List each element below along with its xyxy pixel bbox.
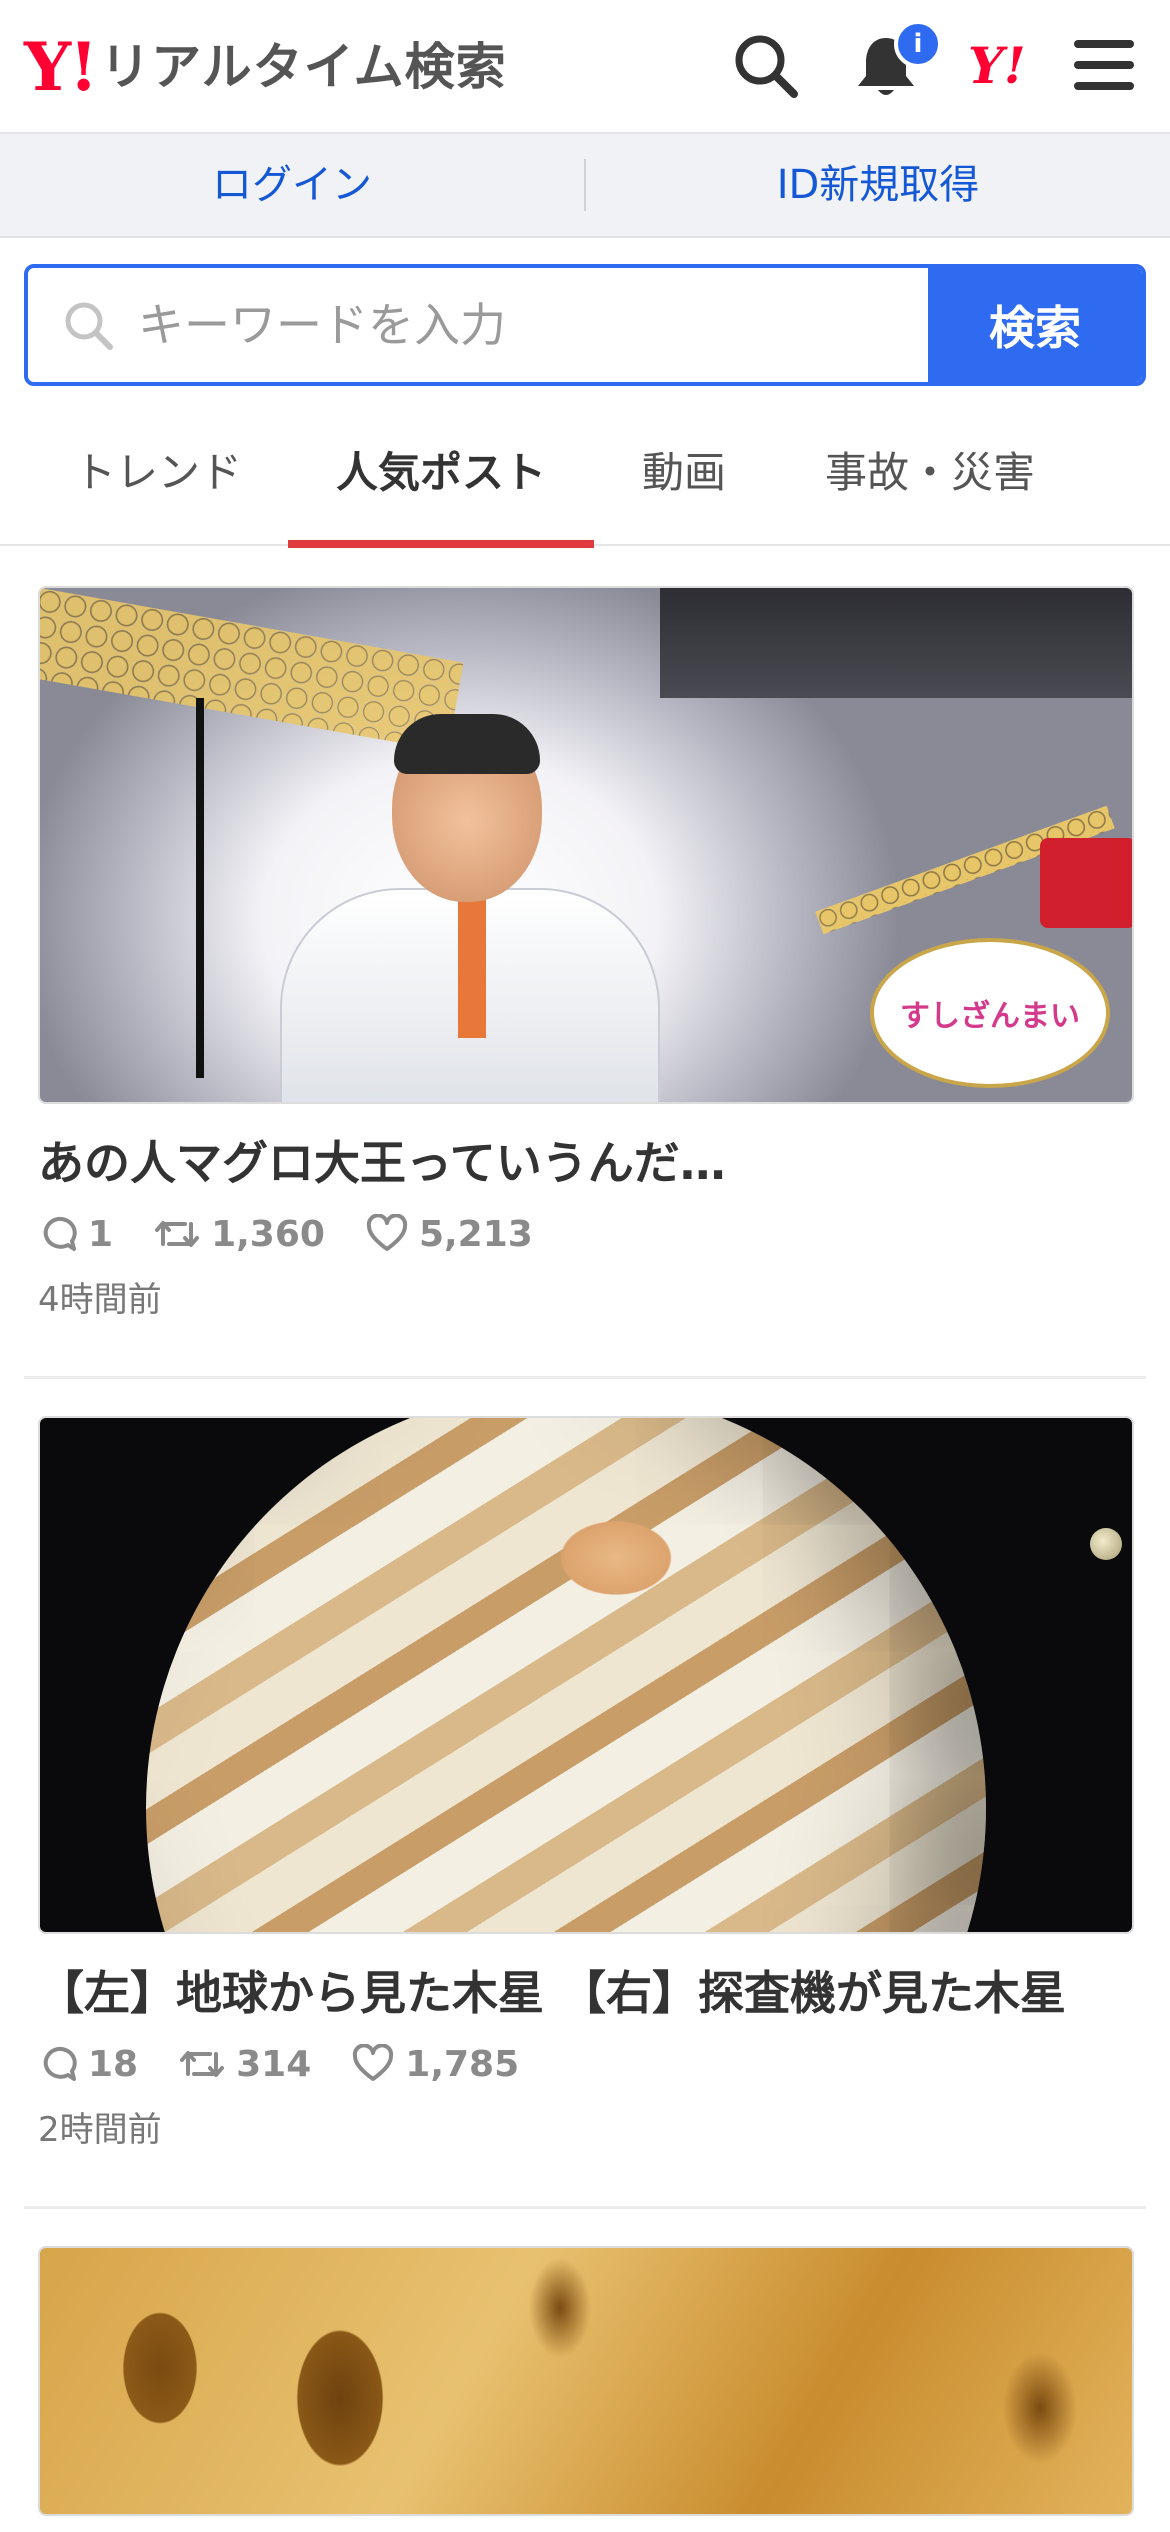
sushi-zanmai-logo: すしざんまい: [870, 938, 1110, 1088]
app-header: Y! リアルタイム検索 i Y!: [0, 0, 1170, 134]
search-box: 検索: [24, 264, 1146, 386]
post-image[interactable]: [38, 2246, 1134, 2516]
yahoo-logo-mark: Y!: [24, 28, 98, 106]
search-field-icon: [65, 302, 113, 350]
search-button[interactable]: 検索: [928, 268, 1142, 382]
post-stats: 18 314 1,785: [38, 2036, 1146, 2092]
signup-link[interactable]: ID新規取得: [586, 133, 1170, 237]
post-timestamp: 4時間前: [38, 1280, 162, 1320]
post-title[interactable]: あの人マグロ大王っていうんだ…: [38, 1130, 1146, 1196]
jupiter-image: [146, 1418, 986, 1932]
like-count[interactable]: 5,213: [365, 1214, 533, 1255]
post-divider: [24, 1376, 1146, 1379]
post-stats: 1 1,360 5,213: [38, 1206, 1146, 1262]
login-link[interactable]: ログイン: [0, 133, 584, 237]
login-bar: ログイン ID新規取得: [0, 134, 1170, 238]
search-field-wrap: [28, 268, 928, 382]
tab-trend[interactable]: トレンド: [38, 410, 278, 546]
post-image[interactable]: [38, 1416, 1134, 1934]
notification-badge: i: [894, 20, 942, 68]
like-count[interactable]: 1,785: [351, 2044, 519, 2085]
post-divider: [24, 2206, 1146, 2209]
tab-popular-posts[interactable]: 人気ポスト: [288, 410, 594, 548]
tab-video[interactable]: 動画: [604, 410, 764, 546]
post-title[interactable]: 【左】地球から見た木星 【右】探査機が見た木星: [38, 1960, 1146, 2026]
heart-icon: [353, 2044, 394, 2081]
repost-icon: [180, 2051, 225, 2077]
reply-icon: [43, 2046, 77, 2081]
search-input[interactable]: [138, 298, 898, 352]
yahoo-home-icon[interactable]: Y!: [968, 34, 1052, 98]
post-image[interactable]: すしざんまい: [38, 586, 1134, 1104]
reply-icon: [43, 1216, 77, 1251]
search-icon[interactable]: [728, 28, 804, 104]
category-tabs: トレンド 人気ポスト 動画 事故・災害: [0, 410, 1170, 548]
post-card[interactable]: [24, 2246, 1146, 2516]
repost-icon: [155, 1221, 200, 1247]
reply-count[interactable]: 1: [38, 1214, 113, 1255]
repost-count[interactable]: 1,360: [153, 1214, 325, 1255]
repost-count[interactable]: 314: [178, 2044, 311, 2085]
notification-bell-icon[interactable]: i: [848, 20, 942, 104]
logo-title: リアルタイム検索: [100, 38, 507, 96]
post-timestamp: 2時間前: [38, 2110, 162, 2150]
post-card[interactable]: すしざんまい あの人マグロ大王っていうんだ… 1 1,360 5,213 4時間…: [24, 586, 1146, 1321]
hamburger-menu-icon[interactable]: [1068, 28, 1144, 104]
heart-icon: [366, 1214, 408, 1251]
yahoo-realtime-logo[interactable]: Y! リアルタイム検索: [24, 32, 507, 102]
post-card[interactable]: 【左】地球から見た木星 【右】探査機が見た木星 18 314 1,785 2時間…: [24, 1416, 1146, 2151]
tab-accident-disaster[interactable]: 事故・災害: [790, 410, 1070, 546]
reply-count[interactable]: 18: [38, 2044, 138, 2085]
